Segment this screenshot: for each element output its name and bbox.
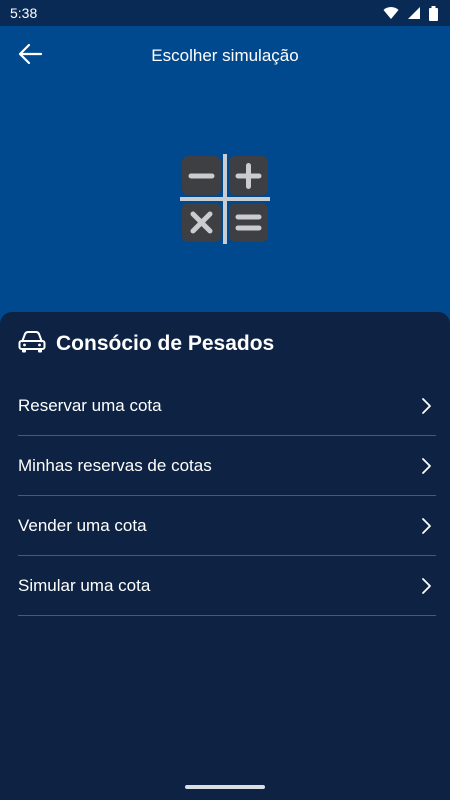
menu-item-label: Vender uma cota (18, 515, 147, 535)
section-header: Consócio de Pesados (18, 330, 274, 358)
status-time: 5:38 (10, 5, 38, 21)
options-sheet: Consócio de Pesados Reservar uma cota Mi… (0, 312, 450, 800)
menu-item-vender-cota[interactable]: Vender uma cota (18, 496, 436, 556)
hero-banner (0, 86, 450, 312)
chevron-right-icon (416, 516, 436, 536)
section-title: Consócio de Pesados (56, 332, 275, 355)
app-bar: Escolher simulação (0, 26, 450, 86)
wifi-icon (383, 6, 399, 20)
menu-item-minhas-reservas[interactable]: Minhas reservas de cotas (18, 436, 436, 496)
signal-icon (407, 6, 421, 20)
menu-item-label: Reservar uma cota (18, 395, 162, 415)
calculator-icon (180, 154, 270, 244)
page-title: Escolher simulação (151, 46, 299, 65)
back-button[interactable] (12, 38, 48, 74)
menu-item-reservar-cota[interactable]: Reservar uma cota (18, 376, 436, 436)
gesture-bar[interactable] (185, 785, 265, 789)
menu-item-label: Minhas reservas de cotas (18, 455, 212, 475)
status-bar: 5:38 (0, 0, 450, 26)
car-icon (18, 330, 46, 359)
menu-list: Reservar uma cota Minhas reservas de cot… (18, 376, 436, 616)
battery-icon (429, 5, 438, 21)
chevron-right-icon (416, 396, 436, 416)
status-icons (383, 5, 438, 21)
chevron-right-icon (416, 576, 436, 596)
menu-item-label: Simular uma cota (18, 575, 151, 595)
menu-item-simular-cota[interactable]: Simular uma cota (18, 556, 436, 616)
arrow-left-icon (17, 43, 43, 70)
chevron-right-icon (416, 456, 436, 476)
